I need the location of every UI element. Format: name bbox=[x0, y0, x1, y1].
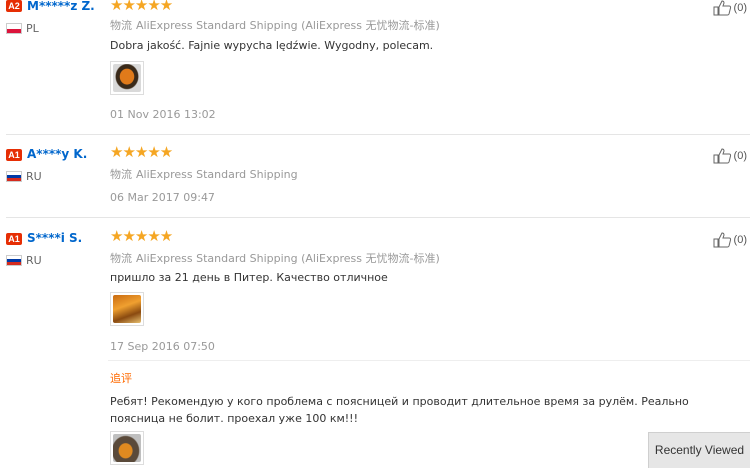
helpful-count: (0) bbox=[733, 150, 747, 162]
helpful-button[interactable]: (0) bbox=[713, 148, 747, 164]
helpful-count: (0) bbox=[733, 234, 747, 246]
buyer-level-badge: A1 bbox=[6, 233, 22, 245]
helpful-button[interactable]: (0) bbox=[713, 0, 747, 16]
review-text: пришло за 21 день в Питер. Качество отли… bbox=[110, 271, 388, 284]
helpful-button[interactable]: (0) bbox=[713, 232, 747, 248]
shipping-info: 物流 AliExpress Standard Shipping bbox=[110, 166, 298, 182]
star-rating: ★★★★★ bbox=[110, 144, 173, 161]
shipping-info: 物流 AliExpress Standard Shipping (AliExpre… bbox=[110, 17, 440, 33]
reviewer-country: RU bbox=[26, 170, 42, 183]
followup-text: Ребят! Рекомендую у кого проблема с пояс… bbox=[110, 395, 689, 425]
followup-divider bbox=[108, 360, 750, 361]
reviewer-country: PL bbox=[26, 22, 39, 35]
shipping-method: AliExpress Standard Shipping (AliExpress… bbox=[136, 19, 440, 32]
russia-flag-icon bbox=[6, 255, 22, 266]
followup-photo-image bbox=[113, 434, 141, 462]
review-photo-image bbox=[113, 64, 141, 92]
buyer-level-badge: A2 bbox=[6, 0, 22, 12]
shipping-prefix: 物流 bbox=[110, 19, 132, 32]
russia-flag-icon bbox=[6, 171, 22, 182]
reviewer-name-link[interactable]: M*****z Z. bbox=[27, 0, 95, 13]
reviewer-name-link[interactable]: A****y K. bbox=[27, 147, 87, 161]
helpful-count: (0) bbox=[733, 2, 747, 14]
star-rating: ★★★★★ bbox=[110, 228, 173, 245]
reviewer-name-link[interactable]: S****i S. bbox=[27, 231, 82, 245]
star-rating: ★★★★★ bbox=[110, 0, 173, 14]
review-photo-image bbox=[113, 295, 141, 323]
reviewer-country: RU bbox=[26, 254, 42, 267]
shipping-info: 物流 AliExpress Standard Shipping (AliExpre… bbox=[110, 250, 440, 266]
review-date: 01 Nov 2016 13:02 bbox=[110, 108, 216, 121]
thumbs-up-icon bbox=[713, 148, 731, 164]
thumbs-up-icon bbox=[713, 232, 731, 248]
review-photo-thumbnail[interactable] bbox=[110, 292, 144, 326]
thumbs-up-icon bbox=[713, 0, 731, 16]
shipping-method: AliExpress Standard Shipping (AliExpress… bbox=[136, 252, 440, 265]
followup-label: 追评 bbox=[110, 372, 132, 385]
review-date: 17 Sep 2016 07:50 bbox=[110, 340, 215, 353]
review-text: Dobra jakość. Fajnie wypycha lędźwie. Wy… bbox=[110, 39, 434, 52]
poland-flag-icon bbox=[6, 23, 22, 34]
review-photo-thumbnail[interactable] bbox=[110, 61, 144, 95]
recently-viewed-button[interactable]: Recently Viewed bbox=[648, 432, 750, 468]
shipping-prefix: 物流 bbox=[110, 168, 132, 181]
shipping-method: AliExpress Standard Shipping bbox=[136, 168, 298, 181]
review-date: 06 Mar 2017 09:47 bbox=[110, 191, 215, 204]
review-divider bbox=[6, 134, 750, 135]
review-divider bbox=[6, 217, 750, 218]
followup-photo-thumbnail[interactable] bbox=[110, 431, 144, 465]
shipping-prefix: 物流 bbox=[110, 252, 132, 265]
buyer-level-badge: A1 bbox=[6, 149, 22, 161]
